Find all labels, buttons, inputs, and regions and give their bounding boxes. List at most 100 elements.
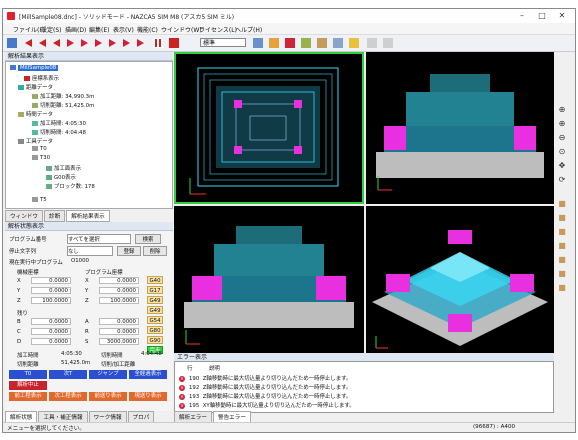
tree-item-cut-dist[interactable]: 切削距離: 51,425.0m: [32, 101, 94, 109]
skip-icon[interactable]: [121, 38, 131, 48]
cube-top-icon[interactable]: ■: [556, 255, 568, 265]
close-icon[interactable]: ✕: [553, 11, 571, 21]
solid-icon[interactable]: [285, 38, 295, 48]
menu-license[interactable]: ライセンス(L): [199, 25, 237, 34]
axis-s: S: [85, 339, 89, 345]
g54-button[interactable]: G54: [147, 316, 163, 324]
menu-settings[interactable]: 設定(S): [41, 25, 62, 34]
error-row[interactable]: ✕ 192 Z軸移動時に最大切込量より切り込んだため一時停止します。: [179, 383, 351, 391]
tree-item-cut-time[interactable]: 切削時間: 4:04:48: [32, 128, 86, 136]
ruler-icon[interactable]: [383, 38, 393, 48]
highlight-icon[interactable]: [349, 38, 359, 48]
zoom-icon[interactable]: ⊕: [556, 119, 568, 129]
cube-right-icon[interactable]: ■: [556, 241, 568, 251]
tree-item-surface[interactable]: 加工面表示: [46, 164, 81, 172]
register-button[interactable]: 登録: [117, 246, 141, 256]
cube-iso-icon[interactable]: ■: [556, 283, 568, 293]
maximize-icon[interactable]: □: [533, 11, 551, 21]
tree-item-time[interactable]: 時間データ: [18, 110, 53, 118]
menu-bar: ファイル(F) 設定(S) 描画(D) 編集(E) 表示(V) 機能(C) ウイ…: [3, 23, 575, 34]
g80-button[interactable]: G80: [147, 326, 163, 334]
tree-item-blocks[interactable]: ブロック数: 178: [46, 182, 95, 190]
menu-function[interactable]: 機能(C): [137, 25, 158, 34]
pan-icon[interactable]: ✥: [556, 161, 568, 171]
layers-icon[interactable]: [317, 38, 327, 48]
all-display-button[interactable]: 全経過表示: [129, 370, 167, 379]
error-row[interactable]: ✕ 190 Z軸移動時に最大切込量より切り込んだため一時停止します。: [179, 374, 351, 382]
tool-icon[interactable]: [269, 38, 279, 48]
back-icon[interactable]: [51, 38, 61, 48]
tab-analysis-result[interactable]: 解析結果表示: [66, 210, 110, 222]
next-t-button[interactable]: 次T: [49, 370, 87, 379]
axis-r: R: [85, 329, 89, 335]
measure-icon[interactable]: [367, 38, 377, 48]
viewport-front[interactable]: [366, 52, 554, 204]
cube-left-icon[interactable]: ■: [556, 227, 568, 237]
end-icon[interactable]: [135, 38, 145, 48]
pause-icon[interactable]: [153, 38, 163, 48]
g17-button[interactable]: G17: [147, 286, 163, 294]
cube-front-icon[interactable]: ■: [556, 199, 568, 209]
forward-icon[interactable]: [107, 38, 117, 48]
stop-select[interactable]: なし: [67, 246, 113, 256]
play-icon[interactable]: [79, 38, 89, 48]
tree-item-t30[interactable]: T30: [32, 155, 50, 161]
stop-icon[interactable]: [169, 38, 179, 48]
jump-button[interactable]: ジャンプ: [89, 370, 127, 379]
next-process-button[interactable]: 次工程表示: [49, 392, 87, 401]
rewind-icon[interactable]: [23, 38, 33, 48]
zoom-in-icon[interactable]: ⊕: [556, 105, 568, 115]
menu-view[interactable]: 表示(V): [113, 25, 134, 34]
minimize-icon[interactable]: –: [513, 11, 531, 21]
error-row[interactable]: ✕ 193 Z軸移動時に最大切込量より切り込んだため一時停止します。: [179, 392, 351, 400]
program-no-select[interactable]: すべてを選択: [67, 234, 131, 244]
error-row[interactable]: ✕ 195 XY軸移動時に最大切込量より切り込んだため一時停止します。: [179, 401, 355, 409]
g49b-button[interactable]: G49: [147, 306, 163, 314]
prev-feed-button[interactable]: 前送り表示: [89, 392, 127, 401]
tree-item-coord[interactable]: 座標系表示: [24, 74, 59, 82]
open-icon[interactable]: [7, 38, 17, 48]
viewport-side[interactable]: [174, 206, 364, 360]
fit-icon[interactable]: ⊙: [556, 147, 568, 157]
rotate-icon[interactable]: ⟳: [556, 175, 568, 185]
menu-window[interactable]: ウインドウ(W): [161, 25, 202, 34]
cube-bottom-icon[interactable]: ■: [556, 269, 568, 279]
g49-button[interactable]: G49: [147, 296, 163, 304]
step-icon[interactable]: [65, 38, 75, 48]
t0-button[interactable]: T0: [9, 370, 47, 379]
fast-forward-icon[interactable]: [93, 38, 103, 48]
step-back-icon[interactable]: [37, 38, 47, 48]
tree-item-proc-dist[interactable]: 加工距離: 34,990.3m: [32, 92, 94, 100]
tab-diagnosis[interactable]: 診断: [43, 210, 66, 222]
viewport-top[interactable]: [174, 52, 364, 204]
tree-item-distance[interactable]: 距離データ: [18, 83, 53, 91]
error-icon: ✕: [179, 375, 185, 382]
error-tabs: 解析エラー 警告エラー: [174, 411, 252, 423]
tree-item-g00[interactable]: G00表示: [46, 173, 76, 181]
menu-edit[interactable]: 編集(E): [89, 25, 109, 34]
view-mode-combo[interactable]: 標準: [200, 38, 246, 47]
tree-item-tools[interactable]: 工具データ: [18, 137, 53, 145]
abort-button[interactable]: 解析中止: [9, 381, 47, 390]
delete-button[interactable]: 削除: [143, 246, 167, 256]
cube-back-icon[interactable]: ■: [556, 213, 568, 223]
zoom-out-icon[interactable]: ⊖: [556, 133, 568, 143]
tab-window[interactable]: ウィンドウ: [5, 210, 43, 222]
tree-item-t0[interactable]: T0: [32, 146, 47, 152]
section-icon[interactable]: [333, 38, 343, 48]
cube-icon[interactable]: [301, 38, 311, 48]
menu-draw[interactable]: 描画(D): [65, 25, 86, 34]
view-icon[interactable]: [253, 38, 263, 48]
prev-process-button[interactable]: 前工程表示: [9, 392, 47, 401]
machine-coord-label: 機械座標: [17, 270, 39, 276]
g40-button[interactable]: G40: [147, 276, 163, 284]
cut-time-label: 切削時間: [101, 353, 123, 359]
menu-help[interactable]: ヘルプ(H): [235, 25, 262, 34]
tree-item-proc-time[interactable]: 加工時間: 4:05:30: [32, 119, 86, 127]
tree-item-t5[interactable]: T5: [32, 197, 47, 203]
tree-item-root[interactable]: MillSample08: [10, 65, 59, 71]
current-feed-button[interactable]: 現送り表示: [129, 392, 167, 401]
viewport-iso[interactable]: [366, 206, 554, 360]
search-button[interactable]: 検索: [135, 234, 161, 244]
g90-button[interactable]: G90: [147, 336, 163, 344]
